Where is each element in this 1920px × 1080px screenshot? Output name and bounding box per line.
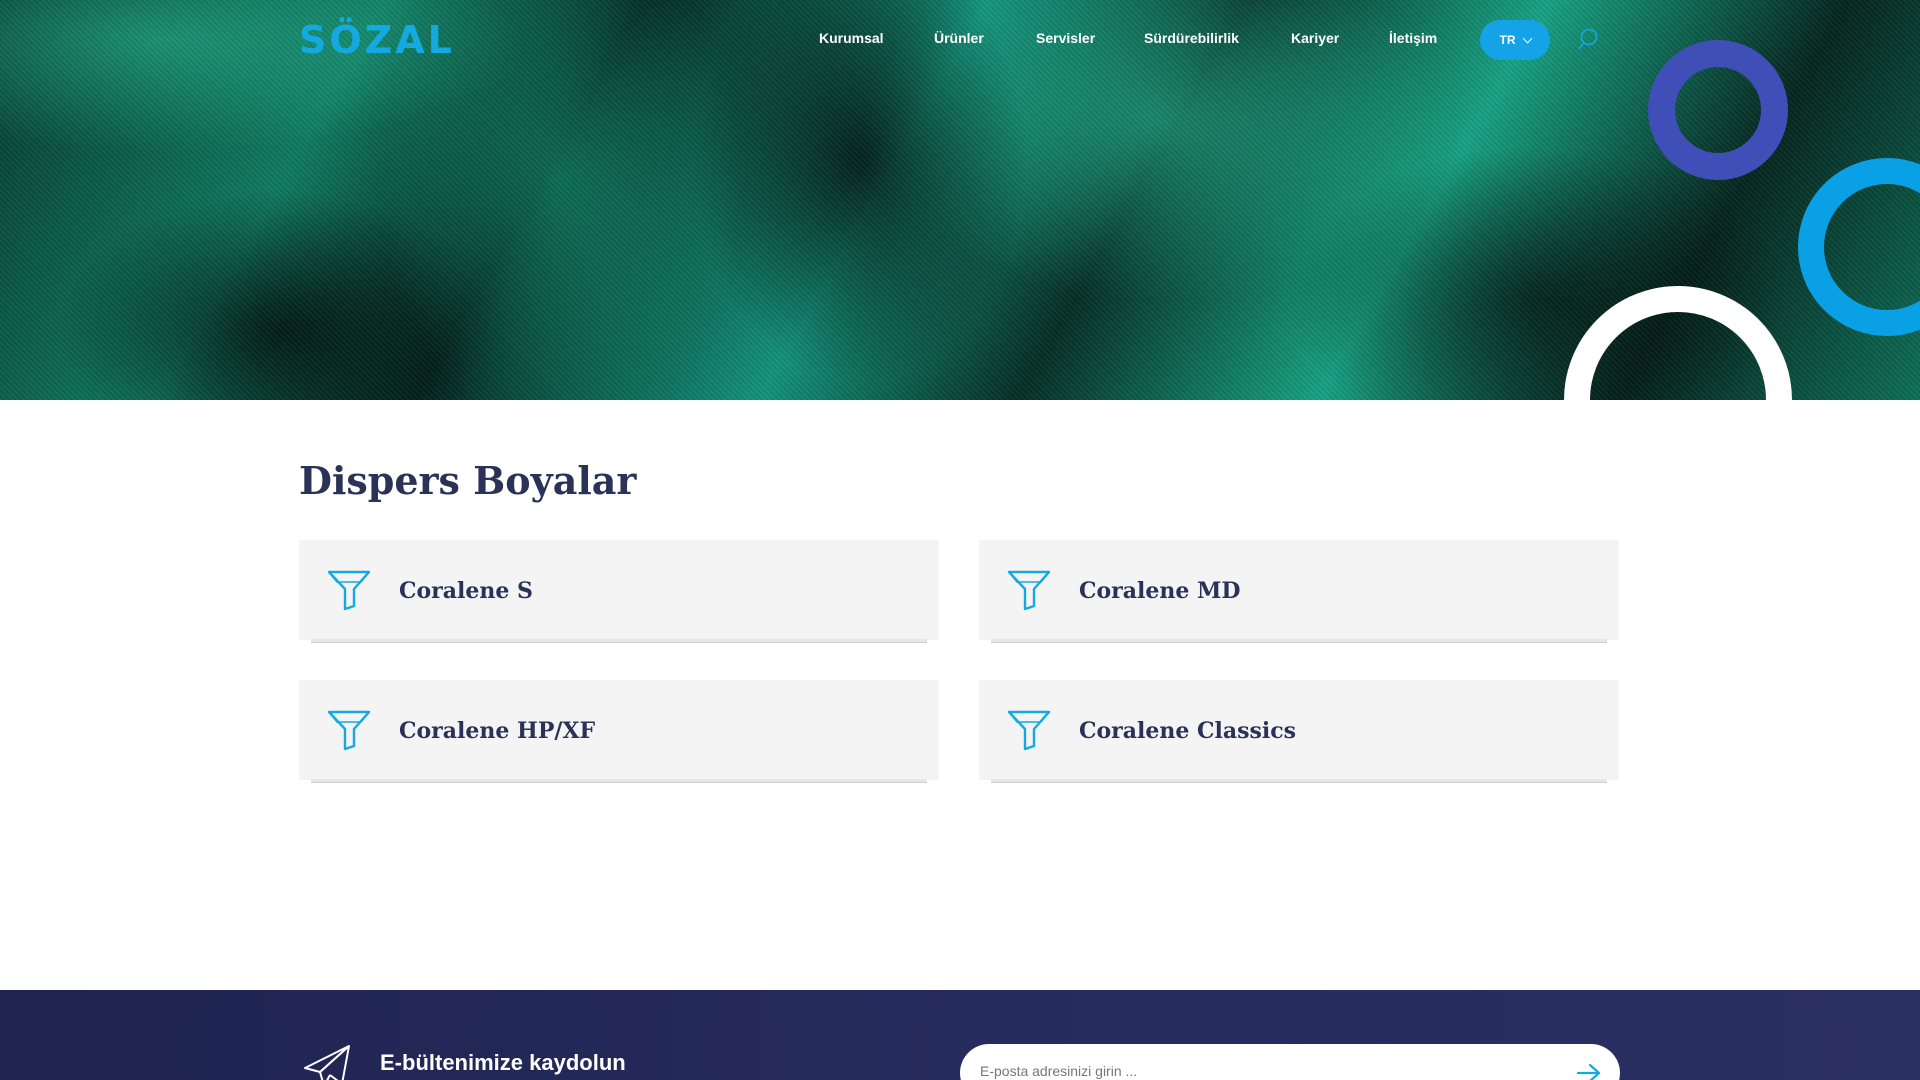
arrow-right-icon[interactable] xyxy=(1576,1062,1602,1080)
funnel-icon xyxy=(1007,570,1051,611)
product-card-coralene-classics[interactable]: Coralene Classics xyxy=(979,680,1619,783)
nav-item-urunler[interactable]: Ürünler xyxy=(934,30,984,46)
email-input[interactable] xyxy=(980,1054,1540,1080)
product-card-coralene-s[interactable]: Coralene S xyxy=(299,540,939,643)
decorative-ring-white xyxy=(1564,286,1792,400)
page-title: Dispers Boyalar xyxy=(299,458,637,503)
newsletter-form xyxy=(960,1044,1620,1080)
nav-item-kurumsal[interactable]: Kurumsal xyxy=(819,30,884,46)
product-card-label: Coralene MD xyxy=(1079,578,1241,604)
product-card-label: Coralene Classics xyxy=(1079,718,1297,744)
funnel-icon xyxy=(327,570,371,611)
main-nav: Kurumsal Ürünler Servisler Sürdürebilirl… xyxy=(0,30,1920,50)
product-card-label: Coralene HP/XF xyxy=(399,718,596,744)
nav-item-servisler[interactable]: Servisler xyxy=(1036,30,1095,46)
nav-item-kariyer[interactable]: Kariyer xyxy=(1291,30,1339,46)
newsletter-footer: E-bültenimize kaydolun xyxy=(0,990,1920,1080)
funnel-icon xyxy=(1007,710,1051,751)
decorative-ring-cyan xyxy=(1798,158,1920,336)
language-label: TR xyxy=(1499,33,1516,47)
funnel-icon xyxy=(327,710,371,751)
search-icon[interactable] xyxy=(1578,28,1600,50)
product-card-coralene-hp-xf[interactable]: Coralene HP/XF xyxy=(299,680,939,783)
newsletter-title: E-bültenimize kaydolun xyxy=(380,1050,626,1075)
product-card-coralene-md[interactable]: Coralene MD xyxy=(979,540,1619,643)
language-selector[interactable]: TR xyxy=(1480,20,1550,60)
chevron-down-icon xyxy=(1522,33,1532,43)
paper-plane-icon xyxy=(304,1045,350,1080)
site-header: SÖZAL Kurumsal Ürünler Servisler Sürdüre… xyxy=(0,0,1920,80)
nav-item-surdurebilirlik[interactable]: Sürdürebilirlik xyxy=(1144,30,1239,46)
nav-item-iletisim[interactable]: İletişim xyxy=(1389,30,1437,46)
product-card-label: Coralene S xyxy=(399,578,533,604)
